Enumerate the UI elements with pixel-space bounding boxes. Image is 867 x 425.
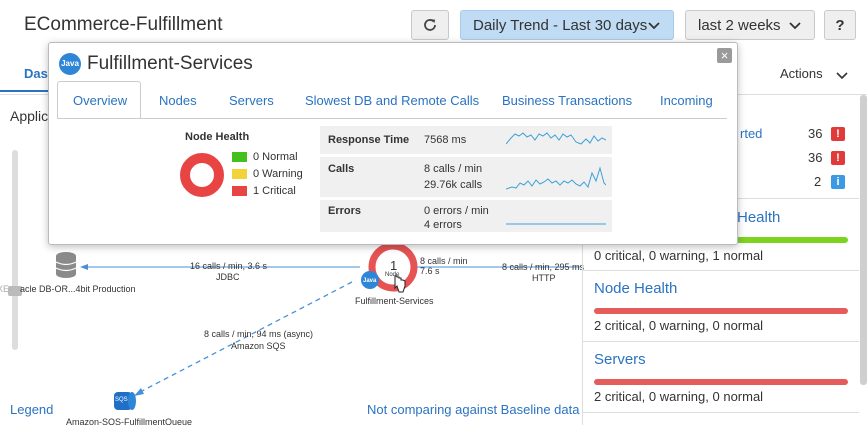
sqs-node-label: Amazon-SQS-FulfillmentQueue — [66, 417, 193, 425]
warning-swatch — [232, 169, 247, 179]
legend-link[interactable]: Legend — [10, 402, 53, 417]
alerts-started-link[interactable]: rted — [740, 126, 762, 141]
sqs-edge-calls: 8 calls / min, 94 ms (async) — [204, 329, 314, 339]
legend-normal: 0 Normal — [232, 151, 298, 163]
app-title: ECommerce-Fulfillment — [24, 14, 223, 35]
tab-slowest-db-remote-calls[interactable]: Slowest DB and Remote Calls — [305, 93, 479, 108]
db-edge-arrow — [80, 264, 88, 270]
normal-swatch — [232, 152, 247, 162]
trend-dropdown[interactable]: Daily Trend - Last 30 days — [460, 10, 674, 40]
errors-row: Errors 0 errors / min 4 errors — [320, 200, 612, 232]
baseline-link[interactable]: Not comparing against Baseline data — [367, 402, 579, 417]
trend-dropdown-label: Daily Trend - Last 30 days — [473, 16, 648, 34]
tab-bar-divider — [57, 118, 727, 119]
servers-status-bar — [594, 379, 848, 385]
tab-dashboard[interactable]: Das — [24, 66, 48, 81]
node-health-title: Node Health — [185, 131, 250, 143]
legend-normal-label: 0 Normal — [253, 151, 298, 163]
node-health-summary: 2 critical, 0 warning, 0 normal — [594, 318, 764, 333]
close-icon[interactable]: × — [717, 48, 732, 63]
response-time-row: Response Time 7568 ms — [320, 126, 612, 154]
actions-menu[interactable]: Actions — [780, 66, 848, 81]
calls-label: Calls — [328, 163, 355, 175]
tier-node-java-label: Java — [363, 278, 377, 284]
legend-warning-label: 0 Warning — [253, 168, 303, 180]
help-button[interactable]: ? — [824, 10, 856, 40]
alert-count-2: 36 — [808, 150, 823, 165]
db-edge-calls: 16 calls / min, 3.6 s — [190, 261, 268, 271]
legend-warning: 0 Warning — [232, 168, 303, 180]
right-panel-scrollbar[interactable] — [860, 95, 867, 385]
tier-node-name[interactable]: Fulfillment-Services — [355, 296, 434, 306]
sqs-badge-label: SQS — [115, 397, 128, 403]
section-divider — [583, 412, 859, 413]
errors-label: Errors — [328, 205, 362, 217]
calls-rate: 8 calls / min — [424, 163, 483, 175]
sqs-edge-arrow — [134, 388, 144, 396]
http-edge-calls: 8 calls / min, 295 ms — [502, 262, 585, 272]
critical-swatch — [232, 186, 247, 196]
section-divider — [583, 270, 859, 271]
section-title-health[interactable]: Health — [737, 209, 780, 226]
legend-critical: 1 Critical — [232, 185, 296, 197]
tab-overview[interactable]: Overview — [73, 93, 127, 108]
response-time-value: 7568 ms — [424, 134, 467, 146]
tier-node-count: 1 — [390, 258, 398, 273]
tab-nodes[interactable]: Nodes — [159, 93, 197, 108]
left-edge-label: XE- — [0, 284, 13, 294]
errors-sparkline[interactable] — [506, 204, 606, 228]
node-health-donut — [180, 153, 224, 197]
time-range-dropdown[interactable]: last 2 weeks — [685, 10, 815, 40]
calls-sparkline[interactable] — [506, 161, 606, 193]
critical-alert-icon: ! — [831, 127, 845, 141]
alert-count-1: 36 — [808, 126, 823, 141]
tier-node-small-label: Node — [385, 272, 400, 278]
critical-alert-icon: ! — [831, 151, 845, 165]
db-edge-type: JDBC — [216, 272, 240, 282]
tier-node-time: 7.6 s — [420, 266, 440, 276]
health-summary: 0 critical, 0 warning, 1 normal — [594, 248, 764, 263]
metrics-panel: Response Time 7568 ms Calls 8 calls / mi… — [320, 126, 612, 232]
chevron-down-icon — [836, 71, 848, 79]
calls-total: 29.76k calls — [424, 179, 483, 191]
popup-title: Fulfillment-Services — [87, 53, 253, 74]
servers-summary: 2 critical, 0 warning, 0 normal — [594, 389, 764, 404]
chevron-down-icon — [789, 22, 801, 30]
http-edge-type: HTTP — [532, 273, 556, 283]
errors-total: 4 errors — [424, 219, 462, 231]
actions-label: Actions — [780, 66, 823, 81]
sqs-edge-type: Amazon SQS — [231, 341, 286, 351]
db-node-label: acle DB-OR...4bit Production — [20, 284, 136, 294]
section-divider — [583, 341, 859, 342]
tab-incoming[interactable]: Incoming — [660, 93, 713, 108]
calls-row: Calls 8 calls / min 29.76k calls — [320, 157, 612, 197]
section-title-servers[interactable]: Servers — [594, 351, 646, 368]
active-tab-indicator — [0, 90, 50, 92]
tier-node-calls: 8 calls / min — [420, 256, 468, 266]
database-icon[interactable] — [55, 252, 77, 278]
tab-business-transactions[interactable]: Business Transactions — [502, 93, 632, 108]
response-time-sparkline[interactable] — [506, 128, 606, 152]
app-window: ECommerce-Fulfillment Daily Trend - Last… — [0, 0, 867, 425]
refresh-button[interactable] — [411, 10, 449, 40]
alert-count-3: 2 — [814, 174, 822, 189]
tab-servers[interactable]: Servers — [229, 93, 274, 108]
legend-critical-label: 1 Critical — [253, 185, 296, 197]
response-time-label: Response Time — [328, 134, 410, 146]
section-title-node-health[interactable]: Node Health — [594, 280, 677, 297]
chevron-down-icon — [648, 22, 660, 30]
refresh-icon — [424, 19, 436, 31]
node-health-status-bar — [594, 308, 848, 314]
java-icon: Java — [59, 53, 81, 75]
time-range-label: last 2 weeks — [698, 16, 781, 34]
info-alert-icon: i — [831, 175, 845, 189]
